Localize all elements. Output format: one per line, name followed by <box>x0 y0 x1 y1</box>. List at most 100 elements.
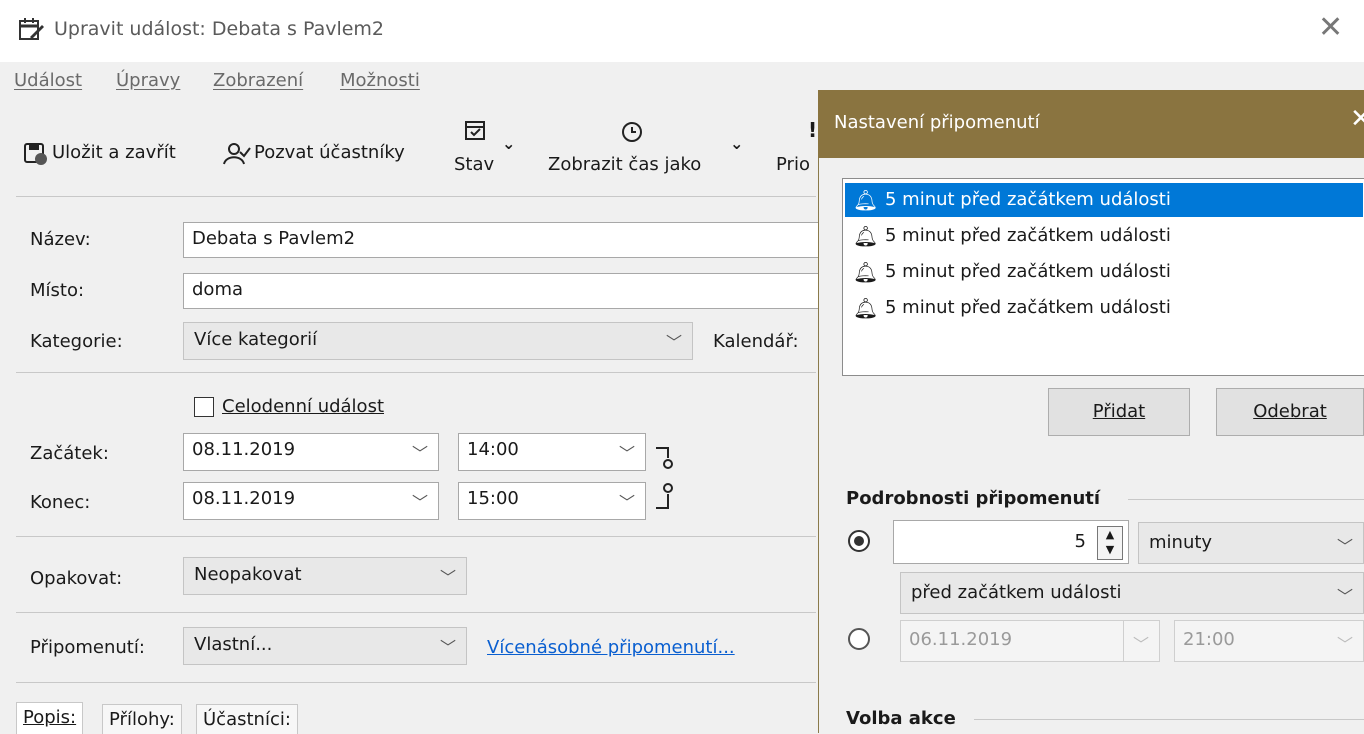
category-value: Více kategorií <box>194 329 318 350</box>
divider <box>1123 621 1124 661</box>
reminder-dialog-title: Nastavení připomenutí <box>834 112 1040 133</box>
menu-event[interactable]: Událost <box>14 70 82 91</box>
category-label: Kategorie: <box>30 331 123 352</box>
amount-stepper[interactable]: ▲ ▼ <box>1097 526 1123 560</box>
absolute-time-value: 21:00 <box>1183 629 1235 650</box>
repeat-label: Opakovat: <box>30 568 123 589</box>
chevron-down-icon: ﹀ <box>618 444 635 463</box>
tab-description[interactable]: Popis: <box>16 702 84 734</box>
invite-label: Pozvat účastníky <box>254 142 405 163</box>
divider <box>16 682 816 683</box>
chevron-down-icon: ﹀ <box>439 638 456 657</box>
group-divider <box>974 719 1364 720</box>
divider <box>16 536 816 537</box>
list-item[interactable]: 🔔︎ 5 minut před začátkem události <box>845 291 1363 325</box>
bell-icon: 🔔︎ <box>853 260 879 284</box>
allday-label: Celodenní událost <box>222 396 385 417</box>
status-dropdown[interactable]: ⌄ Stav <box>454 118 524 178</box>
unit-value: minuty <box>1149 532 1213 553</box>
chevron-down-icon: ﹀ <box>1336 587 1353 606</box>
dialog-close-icon[interactable]: ✕ <box>1350 104 1364 134</box>
reminder-text: 5 minut před začátkem události <box>885 297 1171 318</box>
end-time-picker[interactable]: 15:00 ﹀ <box>458 482 646 520</box>
start-date-value: 08.11.2019 <box>192 439 296 460</box>
priority-dropdown[interactable]: ! Prio <box>776 118 818 178</box>
tab-attendees[interactable]: Účastníci: <box>196 704 298 734</box>
reminder-text: 5 minut před začátkem události <box>885 261 1171 282</box>
start-label: Začátek: <box>30 443 109 464</box>
absolute-date-value: 06.11.2019 <box>909 629 1013 650</box>
end-date-picker[interactable]: 08.11.2019 ﹀ <box>183 482 439 520</box>
absolute-radio[interactable] <box>848 628 870 650</box>
add-button-label: Přidat <box>1092 401 1146 422</box>
chevron-down-icon: ﹀ <box>411 493 428 512</box>
reminder-label: Připomenutí: <box>30 637 145 658</box>
reminder-details-title: Podrobnosti připomenutí <box>846 488 1101 509</box>
allday-checkbox[interactable] <box>194 397 214 417</box>
tab-attachments[interactable]: Přílohy: <box>102 704 182 734</box>
divider <box>16 612 816 613</box>
remove-button-label: Odebrat <box>1253 401 1327 422</box>
exclamation-icon: ! <box>808 118 818 142</box>
link-times-icon[interactable] <box>652 440 682 518</box>
tab-attachments-label: Přílohy: <box>109 709 175 730</box>
reminder-value: Vlastní... <box>194 634 273 655</box>
calendar-check-icon <box>464 118 488 146</box>
category-select[interactable]: Více kategorií ﹀ <box>183 322 693 360</box>
chevron-down-icon: ﹀ <box>439 568 456 587</box>
start-time-value: 14:00 <box>467 439 519 460</box>
start-date-picker[interactable]: 08.11.2019 ﹀ <box>183 433 439 471</box>
location-input[interactable]: doma <box>183 273 823 309</box>
absolute-date-picker[interactable]: 06.11.2019 ﹀ <box>900 620 1160 662</box>
save-icon <box>24 142 50 166</box>
end-date-value: 08.11.2019 <box>192 488 296 509</box>
add-reminder-button[interactable]: Přidat <box>1048 388 1190 436</box>
reminder-select[interactable]: Vlastní... ﹀ <box>183 627 467 665</box>
reminder-list: 🔔︎ 5 minut před začátkem události 🔔︎ 5 m… <box>842 178 1364 376</box>
title-input[interactable]: Debata s Pavlem2 <box>183 222 823 258</box>
start-time-picker[interactable]: 14:00 ﹀ <box>458 433 646 471</box>
relation-value: před začátkem události <box>911 582 1122 603</box>
relation-select[interactable]: před začátkem události ﹀ <box>900 572 1364 614</box>
amount-value: 5 <box>1074 531 1086 552</box>
window-title: Upravit událost: Debata s Pavlem2 <box>54 18 385 40</box>
list-item[interactable]: 🔔︎ 5 minut před začátkem události <box>845 219 1363 253</box>
amount-input[interactable]: 5 <box>893 520 1129 564</box>
repeat-select[interactable]: Neopakovat ﹀ <box>183 557 467 595</box>
list-item[interactable]: 🔔︎ 5 minut před začátkem události <box>845 255 1363 289</box>
calendar-edit-icon <box>18 17 44 41</box>
list-item[interactable]: 🔔︎ 5 minut před začátkem události <box>845 183 1363 217</box>
chevron-down-icon: ﹀ <box>665 333 682 352</box>
reminder-text: 5 minut před začátkem události <box>885 189 1171 210</box>
calendar-label: Kalendář: <box>713 331 799 352</box>
chevron-down-icon: ﹀ <box>618 493 635 512</box>
people-icon <box>222 142 252 166</box>
action-choice-title: Volba akce <box>846 708 956 729</box>
menu-edit[interactable]: Úpravy <box>116 70 180 91</box>
divider <box>16 372 816 373</box>
reminder-text: 5 minut před začátkem události <box>885 225 1171 246</box>
show-time-as-label: Zobrazit čas jako <box>548 154 702 175</box>
clock-icon <box>620 120 644 148</box>
unit-select[interactable]: minuty ﹀ <box>1138 522 1364 564</box>
multiple-reminders-link[interactable]: Vícenásobné připomenutí... <box>487 637 735 658</box>
location-label: Místo: <box>30 280 85 301</box>
tab-attendees-label: Účastníci: <box>203 709 291 730</box>
window-close-icon[interactable]: ✕ <box>1318 10 1343 45</box>
repeat-value: Neopakovat <box>194 564 302 585</box>
divider <box>16 196 816 197</box>
relative-radio[interactable] <box>848 530 870 552</box>
menu-view[interactable]: Zobrazení <box>213 70 303 91</box>
menu-options[interactable]: Možnosti <box>340 70 420 91</box>
tab-description-label: Popis: <box>23 707 77 728</box>
chevron-down-icon: ⌄ <box>730 134 744 153</box>
bell-icon: 🔔︎ <box>853 188 879 212</box>
chevron-down-icon: ﹀ <box>1336 537 1353 556</box>
end-label: Konec: <box>30 492 91 513</box>
remove-reminder-button[interactable]: Odebrat <box>1216 388 1364 436</box>
priority-label: Prio <box>776 154 810 175</box>
show-time-as-dropdown[interactable]: ⌄ Zobrazit čas jako <box>548 118 748 178</box>
bell-icon: 🔔︎ <box>853 224 879 248</box>
absolute-time-picker[interactable]: 21:00 ﹀ <box>1174 620 1364 662</box>
status-label: Stav <box>454 154 495 175</box>
